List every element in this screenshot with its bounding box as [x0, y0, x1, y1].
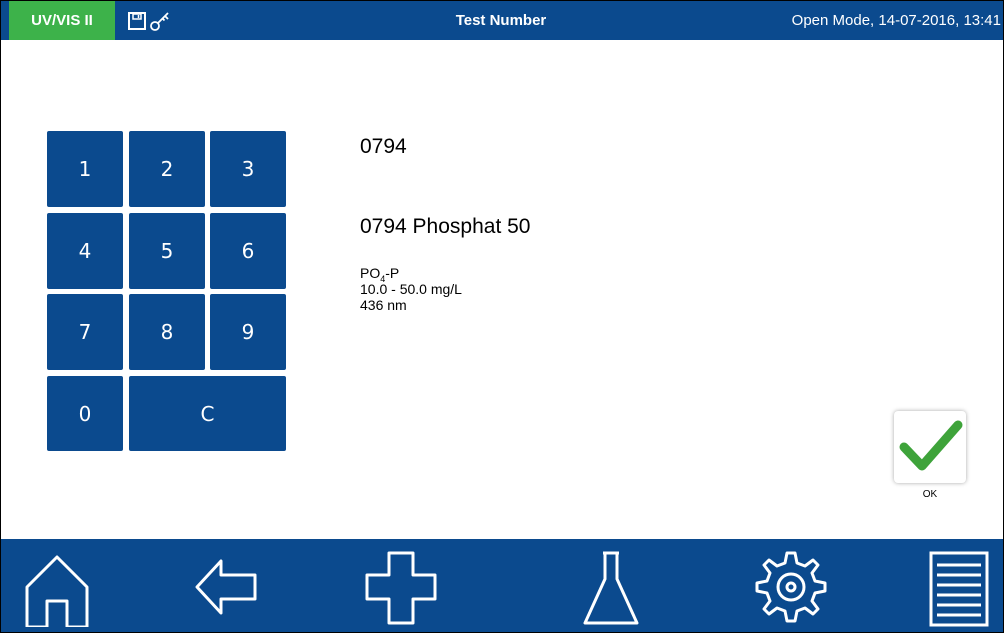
- ok-button[interactable]: [894, 411, 966, 483]
- app-window: UV/VIS II Test Number Open Mode, 14-07-2…: [0, 0, 1004, 633]
- key-8[interactable]: 8: [129, 294, 205, 370]
- list-icon: [929, 551, 989, 627]
- key-9[interactable]: 9: [210, 294, 286, 370]
- home-icon: [25, 555, 89, 627]
- checkmark-icon: [899, 420, 963, 471]
- key-clear[interactable]: C: [129, 376, 286, 451]
- device-badge: UV/VIS II: [9, 1, 115, 40]
- key-7[interactable]: 7: [47, 294, 123, 370]
- test-range: 10.0 - 50.0 mg/L: [360, 281, 462, 297]
- key-5[interactable]: 5: [129, 213, 205, 289]
- key-2[interactable]: 2: [129, 131, 205, 207]
- settings-button[interactable]: [751, 547, 831, 627]
- menu-button[interactable]: [919, 547, 999, 627]
- top-bar: UV/VIS II Test Number Open Mode, 14-07-2…: [1, 1, 1003, 40]
- test-name: 0794 Phosphat 50: [360, 215, 531, 238]
- plus-icon: [365, 551, 437, 625]
- test-number-entry: 0794: [360, 135, 407, 158]
- page-title: Test Number: [455, 12, 547, 29]
- gear-icon: [755, 551, 827, 623]
- flask-icon: [583, 551, 639, 625]
- status-text: Open Mode, 14-07-2016, 13:41: [791, 12, 1001, 29]
- key-0[interactable]: 0: [47, 376, 123, 451]
- top-icons: [127, 10, 171, 32]
- test-wavelength: 436 nm: [360, 297, 407, 313]
- key-6[interactable]: 6: [210, 213, 286, 289]
- save-icon[interactable]: [127, 11, 147, 31]
- back-arrow-icon: [195, 559, 257, 615]
- key-1[interactable]: 1: [47, 131, 123, 207]
- key-3[interactable]: 3: [210, 131, 286, 207]
- back-button[interactable]: [187, 547, 267, 627]
- bottom-nav: [1, 539, 1003, 632]
- add-button[interactable]: [361, 547, 441, 627]
- ok-label: OK: [922, 489, 938, 500]
- key-4[interactable]: 4: [47, 213, 123, 289]
- home-button[interactable]: [17, 547, 97, 627]
- tests-button[interactable]: [571, 547, 651, 627]
- key-icon[interactable]: [149, 10, 171, 32]
